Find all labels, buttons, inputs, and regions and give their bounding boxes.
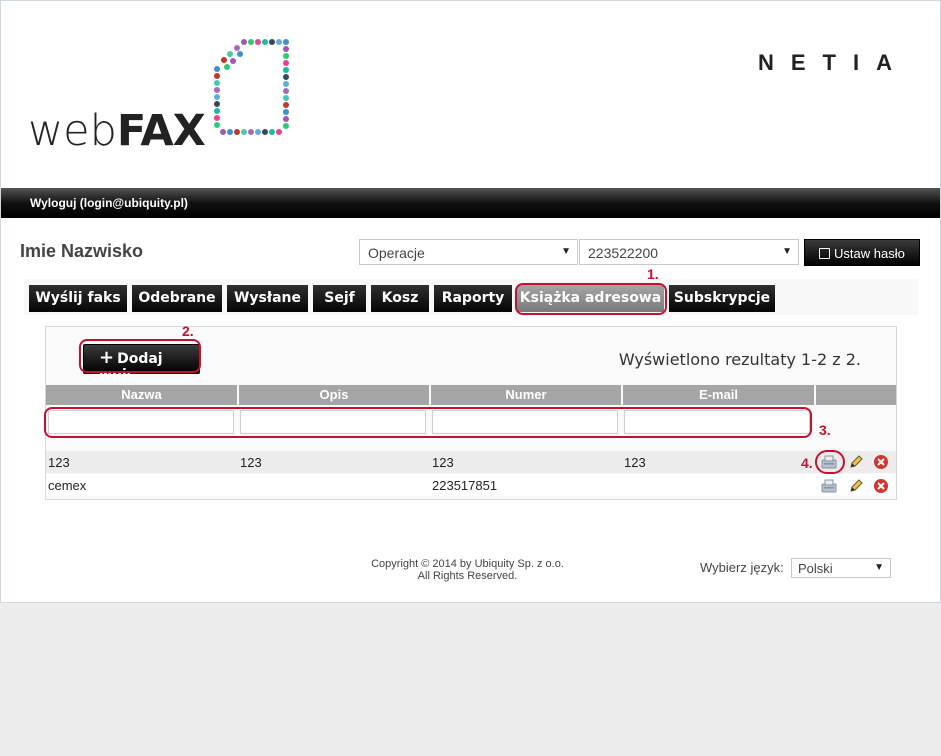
netia-logo: NETIA bbox=[758, 50, 909, 75]
column-header-email[interactable]: E-mail bbox=[623, 385, 814, 405]
tab-sent[interactable]: Wysłane bbox=[227, 285, 308, 312]
tab-safe[interactable]: Sejf bbox=[313, 285, 366, 312]
chevron-down-icon: ▼ bbox=[874, 562, 884, 573]
callout-number-3: 3. bbox=[819, 422, 831, 438]
fax-icon[interactable] bbox=[821, 454, 837, 470]
column-header-description[interactable]: Opis bbox=[239, 385, 429, 405]
top-bar: Wyloguj (login@ubiquity.pl) bbox=[1, 188, 940, 218]
callout-number-4: 4. bbox=[801, 455, 813, 471]
webfax-logo-icon bbox=[214, 39, 289, 135]
set-password-button[interactable]: Ustaw hasło bbox=[804, 239, 920, 266]
delete-icon[interactable] bbox=[873, 454, 889, 470]
delete-icon[interactable] bbox=[873, 478, 889, 494]
chevron-down-icon: ▼ bbox=[782, 246, 792, 257]
user-name: Imie Nazwisko bbox=[20, 241, 144, 261]
edit-icon[interactable] bbox=[848, 454, 864, 470]
tab-bar: Wyślij faks Odebrane Wysłane Sejf Kosz R… bbox=[24, 279, 918, 315]
results-count: Wyświetlono rezultaty 1-2 z 2. bbox=[618, 350, 861, 369]
tab-subscriptions[interactable]: Subskrypcje bbox=[669, 285, 775, 312]
tab-received[interactable]: Odebrane bbox=[132, 285, 222, 312]
callout-number-2: 2. bbox=[182, 323, 194, 339]
copyright: Copyright © 2014 by Ubiquity Sp. z o.o. … bbox=[371, 558, 564, 582]
filter-name-input[interactable] bbox=[48, 410, 234, 434]
filter-description-input[interactable] bbox=[240, 410, 426, 434]
logout-link[interactable]: Wyloguj (login@ubiquity.pl) bbox=[30, 196, 188, 210]
number-select[interactable]: 223522200 ▼ bbox=[579, 239, 799, 265]
table-row[interactable]: 123 123 123 123 bbox=[46, 451, 896, 473]
edit-icon[interactable] bbox=[848, 478, 864, 494]
add-entry-button[interactable]: + Dodaj wpis bbox=[83, 344, 200, 383]
tab-address-book[interactable]: Książka adresowa bbox=[517, 285, 664, 312]
language-select[interactable]: Polski ▼ bbox=[791, 558, 891, 578]
operations-select[interactable]: Operacje ▼ bbox=[359, 239, 578, 265]
callout-number-1: 1. bbox=[647, 266, 659, 282]
column-header-number[interactable]: Numer bbox=[431, 385, 621, 405]
edit-icon bbox=[819, 248, 830, 259]
chevron-down-icon: ▼ bbox=[561, 246, 571, 257]
filter-number-input[interactable] bbox=[432, 410, 618, 434]
language-label: Wybierz język: bbox=[700, 560, 784, 575]
plus-icon: + bbox=[99, 347, 115, 368]
webfax-logo-text: webFAX bbox=[28, 106, 206, 156]
filter-email-input[interactable] bbox=[624, 410, 810, 434]
fax-icon[interactable] bbox=[821, 478, 837, 494]
tab-trash[interactable]: Kosz bbox=[371, 285, 429, 312]
table-row[interactable]: cemex 223517851 bbox=[46, 474, 896, 496]
column-header-actions bbox=[816, 385, 896, 405]
address-book-panel: + Dodaj wpis Wyświetlono rezultaty 1-2 z … bbox=[45, 326, 897, 500]
column-header-name[interactable]: Nazwa bbox=[46, 385, 237, 405]
tab-send-fax[interactable]: Wyślij faks bbox=[29, 285, 127, 312]
tab-reports[interactable]: Raporty bbox=[434, 285, 512, 312]
